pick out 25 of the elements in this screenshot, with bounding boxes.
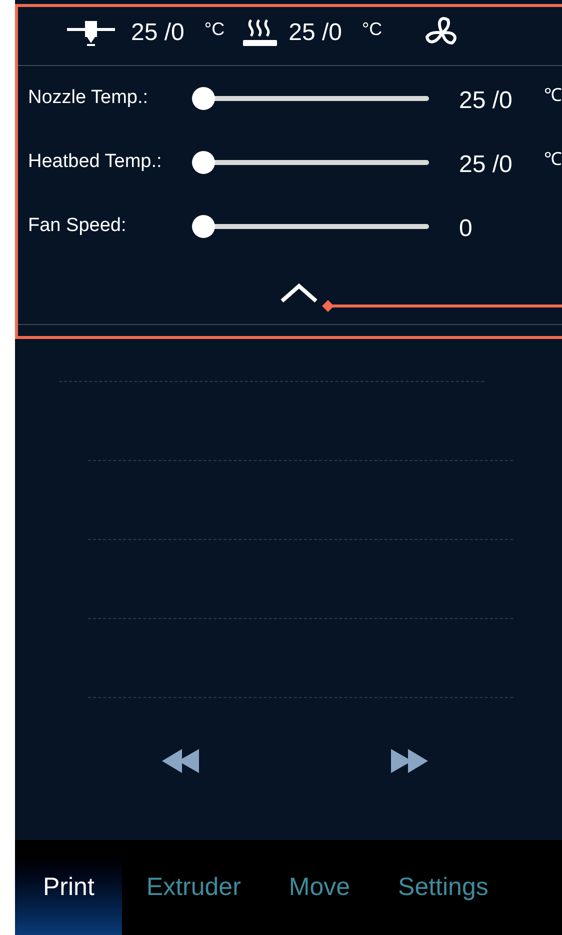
slider-label: Heatbed Temp.: <box>28 150 163 174</box>
fast-forward-icon[interactable] <box>390 747 428 775</box>
slider-label: Fan Speed: <box>28 214 128 238</box>
slider[interactable] <box>192 150 429 174</box>
temp-unit: °C <box>204 18 225 41</box>
slider-thumb[interactable] <box>192 86 215 110</box>
slider-thumb[interactable] <box>192 214 215 238</box>
heatbed-icon <box>240 18 279 48</box>
slider-value: 25 /0 <box>459 86 514 116</box>
unit-label: ℃ <box>544 148 562 170</box>
unit-label: ℃ <box>544 84 562 106</box>
slider-label: Nozzle Temp.: <box>28 86 150 110</box>
slider-thumb[interactable] <box>192 150 215 174</box>
rewind-icon[interactable] <box>162 747 200 775</box>
slider-value: 0 <box>459 214 474 244</box>
slider[interactable] <box>192 214 429 238</box>
nav-tab[interactable]: Extruder <box>122 840 265 935</box>
slider-value: 25 /0 <box>459 150 514 180</box>
slider[interactable] <box>192 86 429 110</box>
heatbed-temp-reading: 25 /0 <box>288 18 342 48</box>
nozzle-temp-reading: 25 /0 <box>131 18 184 48</box>
chevron-up-icon[interactable] <box>278 282 318 304</box>
nav-tab[interactable]: Settings <box>374 840 512 935</box>
temp-unit: °C <box>362 18 382 41</box>
nav-tab[interactable]: Move <box>264 840 374 935</box>
